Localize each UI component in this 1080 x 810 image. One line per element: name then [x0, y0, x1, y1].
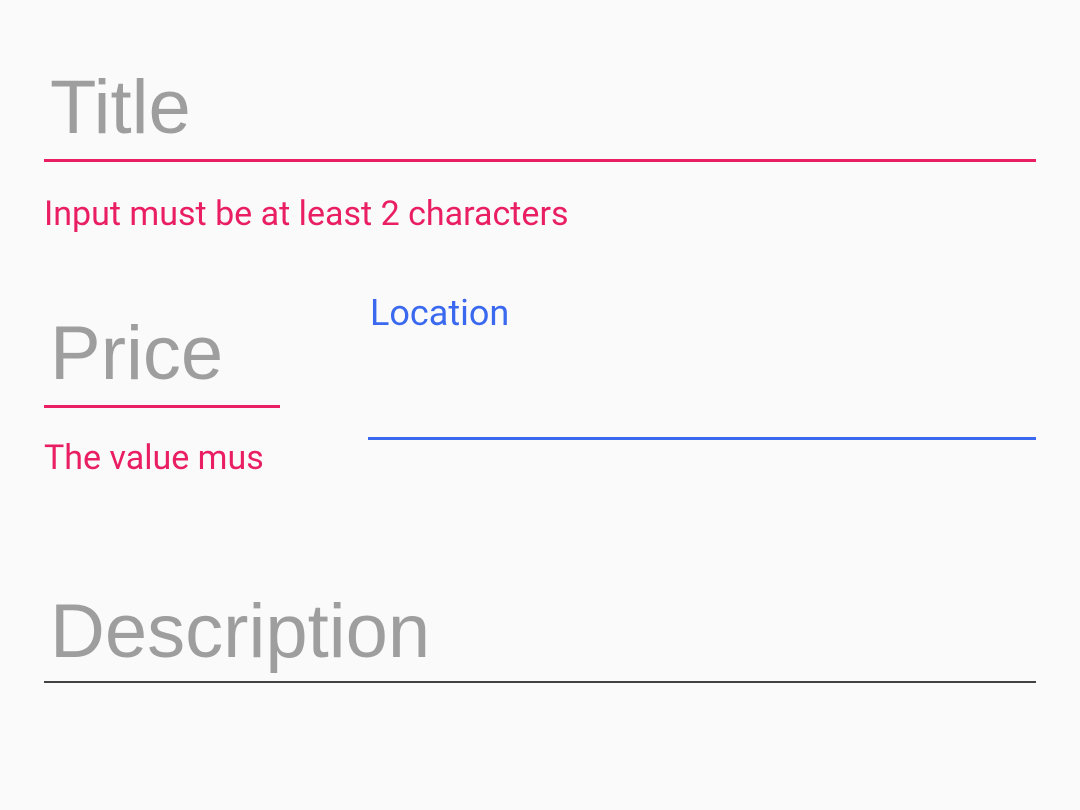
location-field-group: Location: [368, 292, 1036, 440]
description-field-group: [44, 588, 1036, 683]
title-input[interactable]: [44, 64, 1036, 162]
price-error-message: The value mus: [44, 438, 280, 478]
title-error-message: Input must be at least 2 characters: [44, 194, 1036, 234]
location-input[interactable]: [368, 334, 1036, 440]
title-field-group: Input must be at least 2 characters: [44, 64, 1036, 234]
price-field-group: The value mus: [44, 292, 280, 478]
price-input[interactable]: [44, 310, 280, 408]
location-label: Location: [368, 292, 1036, 334]
description-input[interactable]: [44, 588, 1036, 683]
